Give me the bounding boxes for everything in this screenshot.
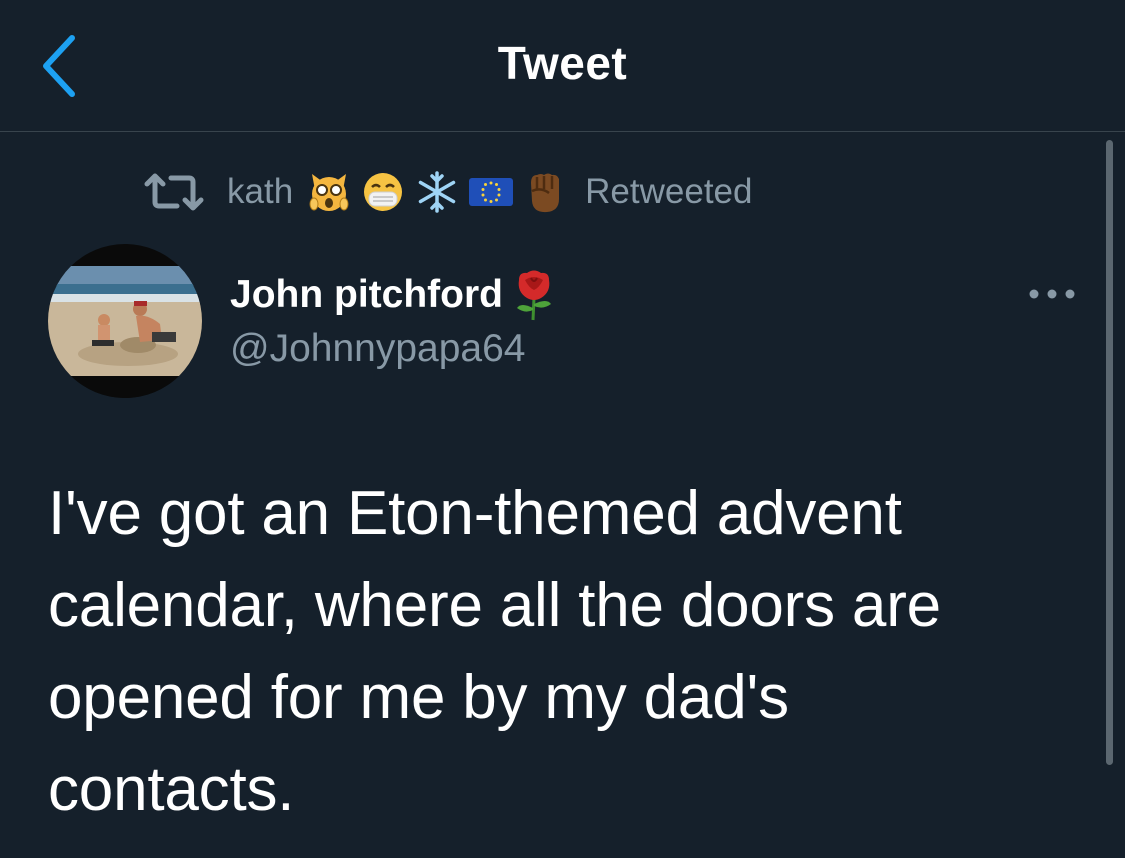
retweeter-name-emojis <box>307 169 567 215</box>
raised-fist-emoji-icon <box>531 173 560 213</box>
retweet-icon <box>144 173 204 211</box>
author-avatar[interactable] <box>48 244 202 398</box>
author-handle[interactable]: @Johnnypapa64 <box>230 327 526 371</box>
vertical-scrollbar[interactable] <box>1106 140 1113 765</box>
screaming-cat-emoji-icon <box>309 174 349 211</box>
tweet-detail-screen: Tweet kath Retweeted John pitchford @Joh… <box>0 0 1125 858</box>
beach-photo-image <box>48 244 202 398</box>
top-navigation-bar: Tweet <box>0 0 1125 132</box>
retweeter-name[interactable]: kath <box>227 172 293 212</box>
eu-flag-emoji-icon <box>469 178 514 206</box>
author-name-row[interactable]: John pitchford <box>230 268 559 322</box>
author-display-name: John pitchford <box>230 273 503 316</box>
tweet-body-text: I've got an Eton-themed advent calendar,… <box>48 479 941 824</box>
more-dots-icon <box>1029 289 1075 299</box>
rose-emoji-icon <box>516 270 551 321</box>
more-options-button[interactable] <box>1024 280 1080 308</box>
retweeted-label: Retweeted <box>585 172 753 211</box>
face-with-medical-mask-emoji-icon <box>364 173 403 211</box>
page-title: Tweet <box>497 37 628 89</box>
snowflake-emoji-icon <box>418 171 456 213</box>
retweet-context-line: kath Retweeted <box>143 166 752 218</box>
